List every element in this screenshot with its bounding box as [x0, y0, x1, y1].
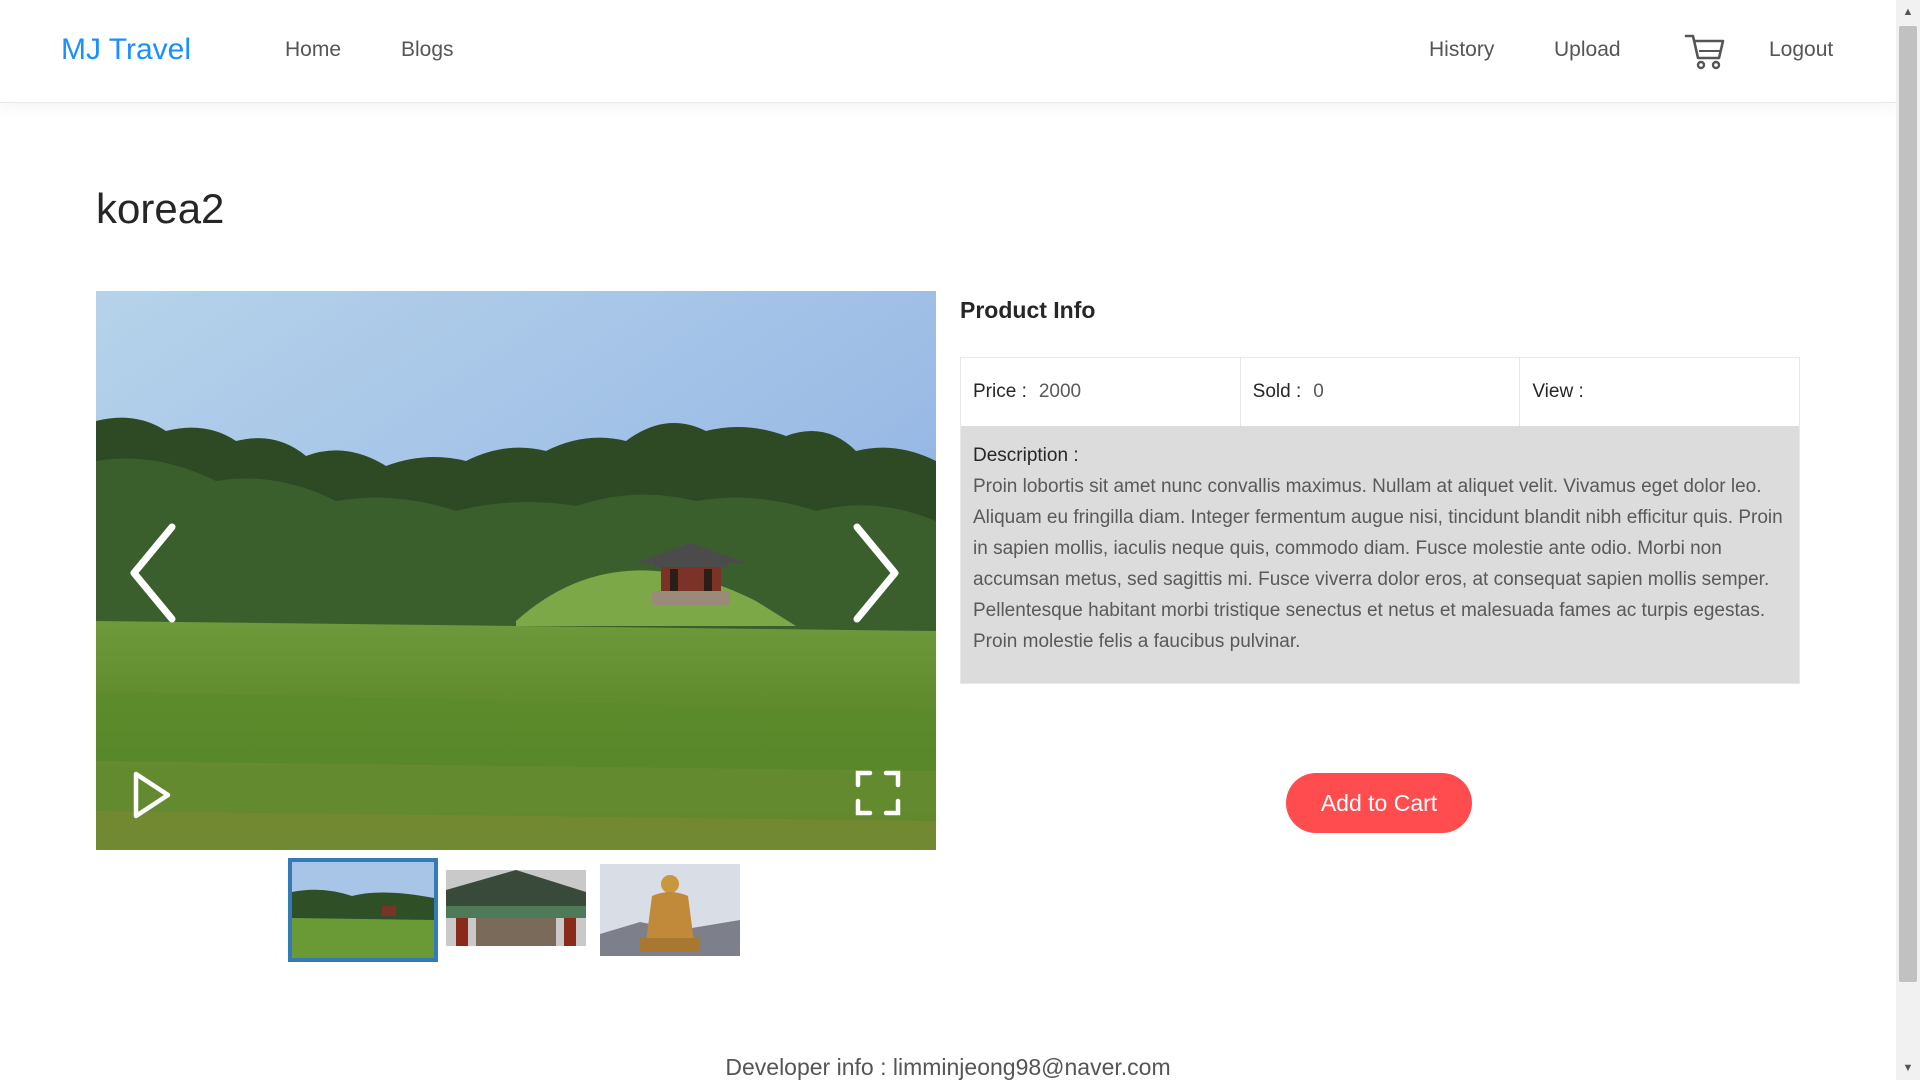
add-to-cart-button[interactable]: Add to Cart — [1286, 773, 1472, 833]
nav-home[interactable]: Home — [285, 38, 341, 62]
description-block: Description : Proin lobortis sit amet nu… — [961, 426, 1799, 683]
statue-thumbnail[interactable] — [600, 864, 740, 956]
price-value: 2000 — [1038, 381, 1082, 402]
product-info-table: Price : 2000 Sold : 0 View : Description… — [960, 357, 1800, 684]
view-label: View : — [1532, 381, 1584, 402]
play-icon[interactable] — [132, 770, 172, 820]
nav-logout[interactable]: Logout — [1769, 38, 1833, 62]
price-label: Price : — [973, 381, 1027, 402]
gallery-main-image — [96, 291, 936, 850]
nav-upload[interactable]: Upload — [1554, 38, 1621, 62]
image-gallery[interactable] — [96, 291, 936, 850]
footer-developer-info: Developer info : limminjeong98@naver.com — [725, 1054, 1171, 1080]
scroll-thumb[interactable] — [1899, 26, 1917, 982]
sold-cell: Sold : 0 — [1241, 358, 1521, 426]
product-info-heading: Product Info — [960, 297, 1096, 323]
logo-link[interactable]: MJ Travel — [61, 33, 191, 67]
scroll-down-arrow[interactable]: ▼ — [1896, 1056, 1920, 1080]
sold-value: 0 — [1313, 381, 1324, 402]
sold-label: Sold : — [1252, 381, 1302, 402]
product-title: korea2 — [96, 185, 225, 232]
page-scrollbar[interactable]: ▲ ▼ — [1896, 0, 1920, 1080]
chevron-left-icon[interactable] — [126, 521, 178, 625]
nav-blogs[interactable]: Blogs — [401, 38, 454, 62]
description-label: Description : — [973, 445, 1079, 466]
info-row: Price : 2000 Sold : 0 View : — [961, 358, 1799, 426]
shopping-cart-icon[interactable] — [1684, 30, 1726, 72]
view-cell: View : — [1520, 358, 1799, 426]
fullscreen-icon[interactable] — [854, 769, 902, 817]
nav-history[interactable]: History — [1429, 38, 1494, 62]
top-navbar: MJ Travel Home Blogs History Upload Logo… — [0, 0, 1896, 103]
description-text: Proin lobortis sit amet nunc convallis m… — [973, 476, 1783, 652]
price-cell: Price : 2000 — [961, 358, 1241, 426]
scroll-up-arrow[interactable]: ▲ — [1896, 0, 1920, 24]
chevron-right-icon[interactable] — [851, 521, 903, 625]
park-thumbnail[interactable] — [288, 858, 438, 962]
temple-thumbnail[interactable] — [446, 870, 586, 946]
